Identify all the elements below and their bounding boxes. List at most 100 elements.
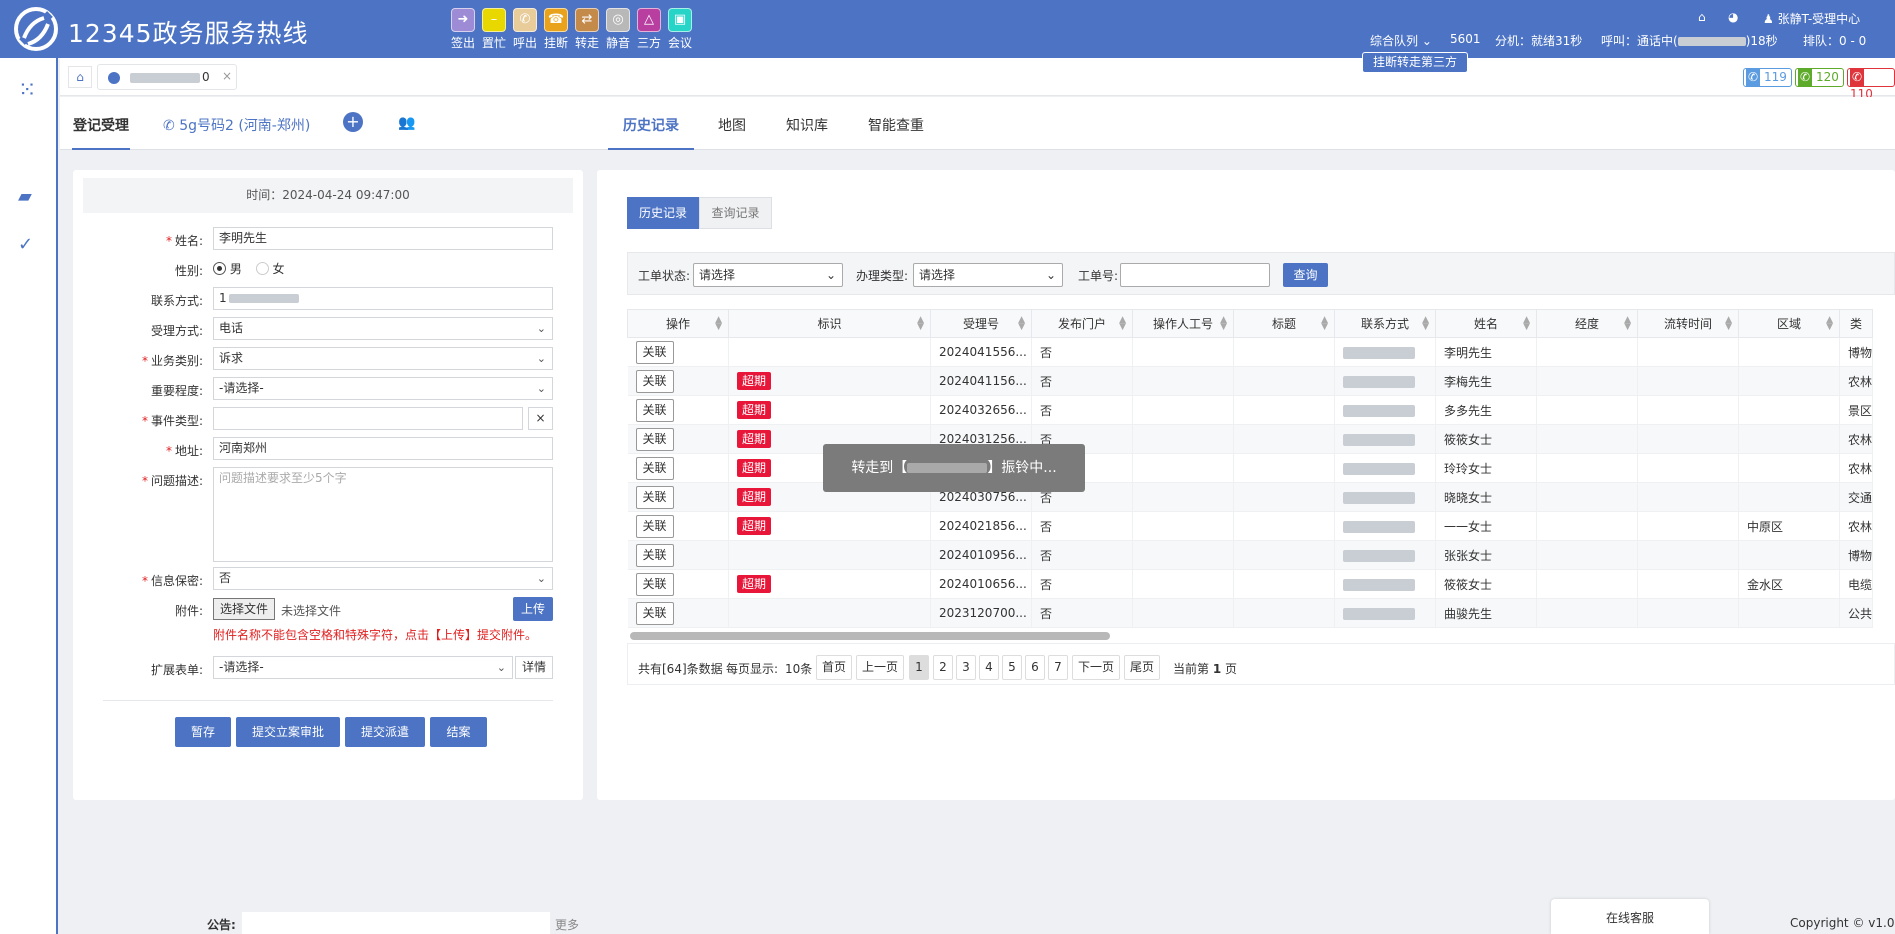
col-header[interactable]: 操作人工号 ▲ ▼ xyxy=(1132,309,1234,338)
tab-knowledge[interactable]: 知识库 xyxy=(786,115,828,135)
home-tab[interactable]: ⌂ xyxy=(68,66,92,88)
contact-input[interactable]: 1 xyxy=(213,287,553,310)
event-type-clear-button[interactable]: × xyxy=(528,407,553,430)
tab-history[interactable]: 历史记录 xyxy=(623,115,679,135)
problem-textarea[interactable]: 问题描述要求至少5个字 xyxy=(213,467,553,562)
meeting-button[interactable]: ▣ 会议 xyxy=(665,8,695,51)
transfer-button[interactable]: ⇄ 转走 xyxy=(572,8,602,51)
submit-dispatch-button[interactable]: 提交派遣 xyxy=(345,717,425,747)
relate-button[interactable]: 关联 xyxy=(635,543,674,567)
add-icon[interactable]: + xyxy=(343,112,363,132)
busy-button[interactable]: – 置忙 xyxy=(479,8,509,51)
radio-female[interactable]: 女 xyxy=(255,262,285,276)
cell-order-no[interactable]: 2024032656... xyxy=(930,395,1032,425)
page-2-button[interactable]: 2 xyxy=(933,655,953,680)
hotline-110[interactable]: ✆110 xyxy=(1847,68,1895,101)
col-header[interactable]: 发布门户 ▲ ▼ xyxy=(1031,309,1133,338)
relate-button[interactable]: 关联 xyxy=(635,601,674,625)
relate-button[interactable]: 关联 xyxy=(635,456,674,480)
page-tab[interactable]: 0 × xyxy=(97,64,237,90)
hotline-119[interactable]: ✆ 119 xyxy=(1743,68,1792,87)
tab-duplicate-check[interactable]: 智能查重 xyxy=(868,115,924,135)
relate-button[interactable]: 关联 xyxy=(635,340,674,364)
detail-button[interactable]: 详情 xyxy=(515,656,553,679)
check-circle-icon[interactable]: ✓ xyxy=(18,234,33,255)
ext-form-select[interactable]: -请选择- ⌄ xyxy=(213,656,513,679)
status-select[interactable]: 请选择 ⌄ xyxy=(693,263,843,287)
next-page-button[interactable]: 下一页 xyxy=(1072,655,1120,680)
home-icon[interactable]: ⌂ xyxy=(1698,10,1706,24)
tab-history-records[interactable]: 历史记录 xyxy=(627,197,699,229)
col-header[interactable]: 类 xyxy=(1838,309,1874,338)
three-way-button[interactable]: △ 三方 xyxy=(634,8,664,51)
hangup-transfer-third-party-button[interactable]: 挂断转走第三方 xyxy=(1362,52,1468,73)
mute-button[interactable]: ◎ 静音 xyxy=(603,8,633,51)
contacts-icon[interactable]: 👥 xyxy=(398,115,415,131)
submit-approval-button[interactable]: 提交立案审批 xyxy=(236,717,340,747)
page-4-button[interactable]: 4 xyxy=(979,655,999,680)
call-out-button[interactable]: ✆ 呼出 xyxy=(510,8,540,51)
sign-out-button[interactable]: ➜ 签出 xyxy=(448,8,478,51)
col-header[interactable]: 标识 ▲ ▼ xyxy=(728,309,931,338)
queue-select[interactable]: 综合队列 ⌄ xyxy=(1370,32,1432,49)
hang-up-button[interactable]: ☎ 挂断 xyxy=(541,8,571,51)
relate-button[interactable]: 关联 xyxy=(635,427,674,451)
cell-publish: 否 xyxy=(1031,395,1133,425)
relate-button[interactable]: 关联 xyxy=(635,369,674,393)
query-button[interactable]: 查询 xyxy=(1283,263,1328,287)
importance-select[interactable]: -请选择- ⌄ xyxy=(213,377,553,400)
col-header[interactable]: 联系方式 ▲ ▼ xyxy=(1334,309,1436,338)
choose-file-button[interactable]: 选择文件 xyxy=(213,598,276,620)
page-5-button[interactable]: 5 xyxy=(1002,655,1022,680)
tab-query-records[interactable]: 查询记录 xyxy=(699,197,772,229)
chat-icon[interactable]: ▰ xyxy=(18,186,32,207)
col-header[interactable]: 经度 ▲ ▼ xyxy=(1536,309,1638,338)
page-1-button[interactable]: 1 xyxy=(909,655,929,680)
address-input[interactable]: 河南郑州 xyxy=(213,437,553,460)
order-no-input[interactable] xyxy=(1120,263,1270,287)
secret-select[interactable]: 否 ⌄ xyxy=(213,567,553,590)
cell-order-no[interactable]: 2024010956... xyxy=(930,540,1032,570)
radio-male[interactable]: 男 xyxy=(213,262,242,276)
relate-button[interactable]: 关联 xyxy=(635,514,674,538)
online-service-button[interactable]: 在线客服 xyxy=(1551,899,1709,934)
relate-button[interactable]: 关联 xyxy=(635,485,674,509)
col-header[interactable]: 区域 ▲ ▼ xyxy=(1738,309,1840,338)
col-header[interactable]: 流转时间 ▲ ▼ xyxy=(1637,309,1739,338)
name-input[interactable]: 李明先生 xyxy=(213,227,553,250)
tab-register[interactable]: 登记受理 xyxy=(73,115,129,135)
type-select[interactable]: 请选择 ⌄ xyxy=(913,263,1063,287)
hotline-120[interactable]: ✆ 120 xyxy=(1795,68,1844,87)
save-draft-button[interactable]: 暂存 xyxy=(175,717,231,747)
relate-button[interactable]: 关联 xyxy=(635,398,674,422)
prev-page-button[interactable]: 上一页 xyxy=(856,655,904,680)
col-header[interactable]: 标题 ▲ ▼ xyxy=(1233,309,1335,338)
cell-order-no[interactable]: 2024021856... xyxy=(930,511,1032,541)
user-menu[interactable]: ♟ 张静T-受理中心 xyxy=(1763,10,1860,27)
page-3-button[interactable]: 3 xyxy=(956,655,976,680)
category-select[interactable]: 诉求 ⌄ xyxy=(213,347,553,370)
theme-icon[interactable]: ◕ xyxy=(1728,10,1738,24)
apps-grid-icon[interactable]: ⁙ xyxy=(18,78,36,103)
col-header[interactable]: 姓名 ▲ ▼ xyxy=(1435,309,1537,338)
horizontal-scrollbar[interactable] xyxy=(630,632,1110,640)
cell-order-no[interactable]: 2023120700... xyxy=(930,598,1032,628)
notice-more-link[interactable]: 更多 xyxy=(555,916,579,933)
cell-order-no[interactable]: 2024010656... xyxy=(930,569,1032,599)
col-header[interactable]: 受理号 ▲ ▼ xyxy=(930,309,1032,338)
last-page-button[interactable]: 尾页 xyxy=(1124,655,1160,680)
upload-button[interactable]: 上传 xyxy=(513,597,553,621)
cell-order-no[interactable]: 2024041556... xyxy=(930,337,1032,367)
page-7-button[interactable]: 7 xyxy=(1048,655,1068,680)
relate-button[interactable]: 关联 xyxy=(635,572,674,596)
event-type-input[interactable] xyxy=(213,407,523,430)
col-header[interactable]: 操作 ▲ ▼ xyxy=(627,309,729,338)
first-page-button[interactable]: 首页 xyxy=(816,655,852,680)
method-select[interactable]: 电话 ⌄ xyxy=(213,317,553,340)
tab-map[interactable]: 地图 xyxy=(718,115,746,135)
page-6-button[interactable]: 6 xyxy=(1025,655,1045,680)
cell-order-no[interactable]: 2024041156... xyxy=(930,366,1032,396)
close-case-button[interactable]: 结案 xyxy=(430,717,487,747)
close-icon[interactable]: × xyxy=(222,69,232,83)
tab-phone-line[interactable]: ✆ 5g号码2 (河南-郑州) xyxy=(163,115,310,135)
